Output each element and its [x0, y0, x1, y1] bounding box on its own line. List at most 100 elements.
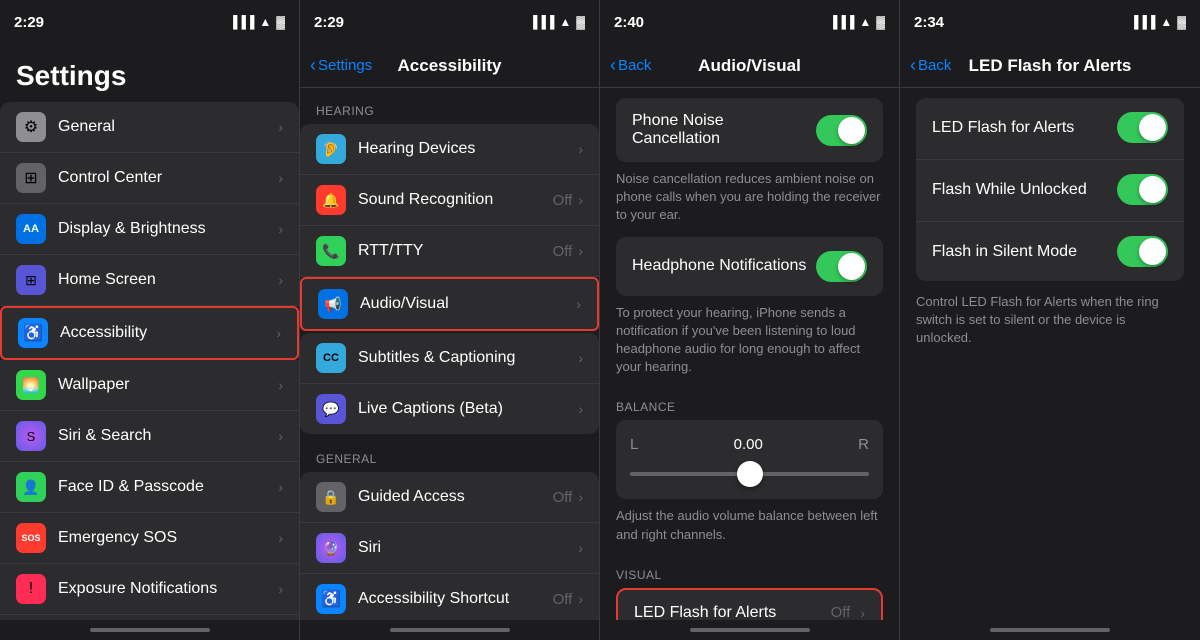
signal-icon-2: ▐▐▐ — [529, 15, 555, 29]
back-arrow-2: ‹ — [310, 55, 316, 76]
back-label-4: Back — [918, 57, 951, 74]
battery-icon-4: ▓ — [1177, 15, 1186, 29]
headphone-row[interactable]: Headphone Notifications — [616, 237, 883, 296]
accessibility-icon: ♿ — [18, 318, 48, 348]
home-screen-chevron: › — [278, 272, 283, 288]
accessibility-shortcut-row[interactable]: ♿ Accessibility Shortcut Off › — [300, 574, 599, 620]
back-label-3: Back — [618, 57, 651, 74]
balance-desc: Adjust the audio volume balance between … — [616, 499, 883, 555]
guided-access-icon: 🔒 — [316, 482, 346, 512]
guided-access-label: Guided Access — [358, 488, 553, 506]
flash-in-silent-row[interactable]: Flash in Silent Mode — [916, 222, 1184, 281]
siri-a11y-label: Siri — [358, 539, 578, 557]
exposure-label: Exposure Notifications — [58, 580, 278, 598]
back-button-3[interactable]: ‹ Back — [610, 55, 651, 76]
rtt-tty-row[interactable]: 📞 RTT/TTY Off › — [300, 226, 599, 277]
guided-access-value: Off — [553, 489, 573, 506]
siri-row[interactable]: 🔮 Siri › — [300, 523, 599, 574]
flash-in-silent-toggle[interactable] — [1117, 236, 1168, 267]
status-bar-3: 2:40 ▐▐▐ ▲ ▓ — [600, 0, 899, 44]
settings-row-wallpaper[interactable]: 🌅 Wallpaper › — [0, 360, 299, 411]
nav-bar-2: ‹ Settings Accessibility — [300, 44, 599, 88]
rtt-tty-value: Off — [553, 243, 573, 260]
status-bar-1: 2:29 ▐▐▐ ▲ ▓ — [0, 0, 299, 44]
status-icons-2: ▐▐▐ ▲ ▓ — [529, 15, 585, 29]
battery-icon: ▓ — [276, 15, 285, 29]
guided-access-row[interactable]: 🔒 Guided Access Off › — [300, 472, 599, 523]
balance-slider[interactable] — [630, 459, 869, 489]
settings-row-face-id[interactable]: 👤 Face ID & Passcode › — [0, 462, 299, 513]
display-icon: AA — [16, 214, 46, 244]
settings-row-accessibility[interactable]: ♿ Accessibility › — [0, 306, 299, 360]
general-chevron: › — [278, 119, 283, 135]
panel-audio-visual: 2:40 ▐▐▐ ▲ ▓ ‹ Back Audio/Visual Phone N… — [600, 0, 900, 640]
guided-access-chevron: › — [578, 489, 583, 505]
flash-while-unlocked-row[interactable]: Flash While Unlocked — [916, 160, 1184, 219]
settings-row-exposure[interactable]: ! Exposure Notifications › — [0, 564, 299, 615]
phone-noise-desc: Noise cancellation reduces ambient noise… — [600, 162, 899, 237]
balance-section: BALANCE L 0.00 R Adjust the audio volume… — [600, 388, 899, 555]
hearing-devices-icon: 🦻 — [316, 134, 346, 164]
battery-icon-2: ▓ — [576, 15, 585, 29]
flash-while-unlocked-toggle[interactable] — [1117, 174, 1168, 205]
audio-visual-icon: 📢 — [318, 289, 348, 319]
hearing-group2: CC Subtitles & Captioning › 💬 Live Capti… — [300, 333, 599, 434]
slider-thumb — [737, 461, 763, 487]
general-icon: ⚙ — [16, 112, 46, 142]
nav-title-3: Audio/Visual — [698, 56, 801, 76]
panel-accessibility: 2:29 ▐▐▐ ▲ ▓ ‹ Settings Accessibility HE… — [300, 0, 600, 640]
status-bar-4: 2:34 ▐▐▐ ▲ ▓ — [900, 0, 1200, 44]
settings-row-control-center[interactable]: ⊞ Control Center › — [0, 153, 299, 204]
status-bar-2: 2:29 ▐▐▐ ▲ ▓ — [300, 0, 599, 44]
nav-title-4: LED Flash for Alerts — [969, 56, 1132, 76]
live-captions-chevron: › — [578, 401, 583, 417]
hearing-header: HEARING — [300, 88, 599, 124]
led-flash-content: LED Flash for Alerts Flash While Unlocke… — [900, 88, 1200, 620]
panel-settings: 2:29 ▐▐▐ ▲ ▓ Settings ⚙ General › ⊞ Cont… — [0, 0, 300, 640]
settings-row-siri[interactable]: S Siri & Search › — [0, 411, 299, 462]
subtitles-captioning-row[interactable]: CC Subtitles & Captioning › — [300, 333, 599, 384]
led-flash-row[interactable]: LED Flash for Alerts Off › — [616, 588, 883, 620]
status-icons-4: ▐▐▐ ▲ ▓ — [1130, 15, 1186, 29]
sound-recognition-row[interactable]: 🔔 Sound Recognition Off › — [300, 175, 599, 226]
general-group: 🔒 Guided Access Off › 🔮 Siri › ♿ Accessi… — [300, 472, 599, 620]
home-indicator-1 — [0, 620, 299, 640]
live-captions-row[interactable]: 💬 Live Captions (Beta) › — [300, 384, 599, 434]
back-arrow-4: ‹ — [910, 55, 916, 76]
emergency-sos-label: Emergency SOS — [58, 529, 278, 547]
subtitles-label: Subtitles & Captioning — [358, 349, 578, 367]
settings-row-home-screen[interactable]: ⊞ Home Screen › — [0, 255, 299, 306]
balance-r: R — [858, 436, 869, 453]
back-button-2[interactable]: ‹ Settings — [310, 55, 372, 76]
back-label-2: Settings — [318, 57, 372, 74]
home-indicator-3 — [600, 620, 899, 640]
signal-icon-3: ▐▐▐ — [829, 15, 855, 29]
back-button-4[interactable]: ‹ Back — [910, 55, 951, 76]
accessibility-label: Accessibility — [60, 324, 276, 342]
settings-row-general[interactable]: ⚙ General › — [0, 102, 299, 153]
nav-bar-3: ‹ Back Audio/Visual — [600, 44, 899, 88]
audio-visual-label: Audio/Visual — [360, 295, 576, 313]
settings-row-display[interactable]: AA Display & Brightness › — [0, 204, 299, 255]
wifi-icon-3: ▲ — [859, 15, 871, 29]
led-flash-main-row[interactable]: LED Flash for Alerts — [916, 98, 1184, 157]
exposure-icon: ! — [16, 574, 46, 604]
sound-recognition-icon: 🔔 — [316, 185, 346, 215]
phone-noise-row[interactable]: Phone Noise Cancellation — [616, 98, 883, 162]
wifi-icon: ▲ — [259, 15, 271, 29]
signal-icon: ▐▐▐ — [229, 15, 255, 29]
time-3: 2:40 — [614, 14, 644, 31]
settings-row-emergency-sos[interactable]: SOS Emergency SOS › — [0, 513, 299, 564]
phone-noise-toggle[interactable] — [816, 115, 867, 146]
emergency-sos-chevron: › — [278, 530, 283, 546]
home-indicator-4 — [900, 620, 1200, 640]
settings-title: Settings — [0, 44, 299, 102]
sound-recognition-chevron: › — [578, 192, 583, 208]
hearing-devices-row[interactable]: 🦻 Hearing Devices › — [300, 124, 599, 175]
display-chevron: › — [278, 221, 283, 237]
headphone-toggle[interactable] — [816, 251, 867, 282]
wallpaper-label: Wallpaper — [58, 376, 278, 394]
led-flash-toggle[interactable] — [1117, 112, 1168, 143]
audio-visual-row[interactable]: 📢 Audio/Visual › — [300, 277, 599, 331]
hearing-group: 🦻 Hearing Devices › 🔔 Sound Recognition … — [300, 124, 599, 331]
